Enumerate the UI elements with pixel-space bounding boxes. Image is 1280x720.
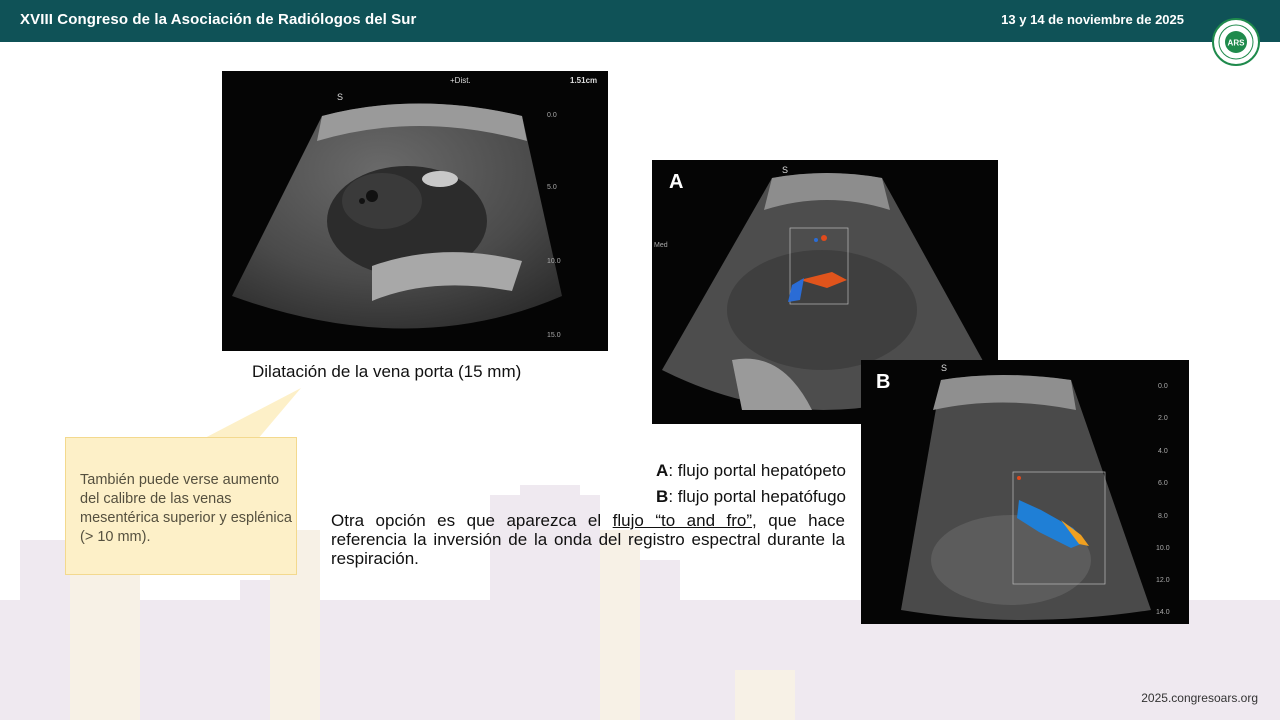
legend-a: A: flujo portal hepatópeto	[656, 461, 846, 481]
image-label-a: A	[669, 171, 684, 193]
depth-tick: 5.0	[547, 184, 557, 191]
distance-value: 1.51cm	[570, 76, 597, 85]
portal-vein-caption: Dilatación de la vena porta (15 mm)	[252, 362, 522, 381]
depth-tick: 12.0	[1156, 577, 1170, 584]
to-and-fro-paragraph: Otra opción es que aparezca el flujo “to…	[331, 511, 845, 568]
depth-tick: 8.0	[1158, 513, 1168, 520]
ars-logo: ARS	[1212, 18, 1260, 66]
depth-tick: 14.0	[1156, 609, 1170, 616]
svg-text:ARS: ARS	[1228, 39, 1246, 48]
congress-date: 13 y 14 de noviembre de 2025	[1001, 12, 1184, 27]
congress-title: XVIII Congreso de la Asociación de Radió…	[20, 11, 417, 28]
probe-marker-s: S	[337, 92, 343, 102]
depth-tick: 10.0	[1156, 545, 1170, 552]
legend-b-key: B	[656, 487, 669, 506]
legend-a-text: : flujo portal hepatópeto	[668, 461, 846, 480]
callout-note: También puede verse aumento del calibre …	[65, 437, 297, 575]
legend-a-key: A	[656, 461, 669, 480]
callout-text: También puede verse aumento del calibre …	[80, 472, 292, 545]
to-and-fro-term: flujo “to and fro”	[612, 511, 753, 530]
callout-pointer	[201, 388, 301, 440]
depth-tick: 10.0	[547, 258, 561, 265]
depth-tick: 2.0	[1158, 415, 1168, 422]
depth-tick: 6.0	[1158, 480, 1168, 487]
ultrasound-portal-vein-image: S +Dist. 1.51cm 0.0 5.0 10.0 15.0	[222, 71, 608, 351]
legend-b: B: flujo portal hepatófugo	[656, 487, 846, 507]
depth-tick: 0.0	[1158, 383, 1168, 390]
paragraph-start: Otra opción es que aparezca el	[331, 511, 613, 530]
depth-tick: 0.0	[547, 112, 557, 119]
doppler-image-b: S 0.0 2.0 4.0 6.0 8.0 10.0 12.0 14.0 B	[861, 360, 1189, 624]
probe-marker-s: S	[782, 165, 788, 175]
side-label: Med	[654, 242, 668, 249]
depth-tick: 15.0	[547, 332, 561, 339]
distance-label: +Dist.	[450, 76, 471, 85]
probe-marker-s: S	[941, 363, 947, 373]
image-label-b: B	[876, 371, 891, 393]
footer-url: 2025.congresoars.org	[1141, 691, 1258, 705]
depth-tick: 4.0	[1158, 448, 1168, 455]
legend-b-text: : flujo portal hepatófugo	[668, 487, 846, 506]
header-bar: XVIII Congreso de la Asociación de Radió…	[0, 0, 1280, 42]
